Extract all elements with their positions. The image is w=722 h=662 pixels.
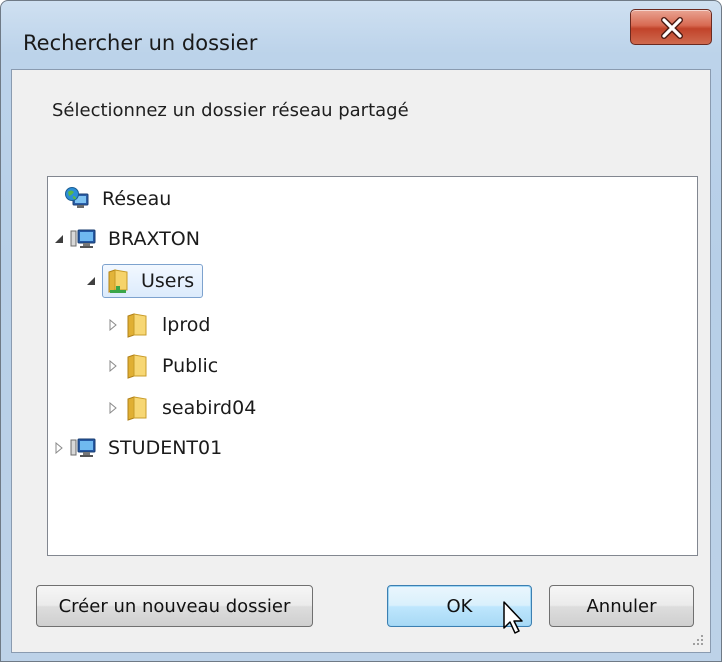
expanded-arrow-icon[interactable] [52,232,66,246]
tree-item-label: BRAXTON [108,228,200,250]
dialog-window: Rechercher un dossier Sélectionnez un do… [0,0,722,662]
folder-icon [124,312,150,338]
tree-item-reseau[interactable]: Réseau [64,181,179,217]
computer-icon [70,226,96,252]
folder-tree[interactable]: Réseau BRAXTON Users lprod Public seabir… [47,176,698,556]
tree-item-seabird04[interactable]: seabird04 [106,390,264,426]
tree-item-student01[interactable]: STUDENT01 [52,430,230,466]
resize-grip-icon[interactable] [690,632,704,646]
instruction-text: Sélectionnez un dossier réseau partagé [52,100,409,121]
window-title: Rechercher un dossier [23,31,258,55]
title-bar[interactable]: Rechercher un dossier [1,1,721,67]
network-globe-icon [64,186,90,212]
folder-icon [124,395,150,421]
folder-icon [124,353,150,379]
cancel-button[interactable]: Annuler [549,585,694,627]
close-icon [661,17,683,39]
tree-item-label: lprod [162,314,211,336]
collapsed-arrow-icon[interactable] [52,441,66,455]
tree-item-label: Public [162,355,219,377]
computer-icon [70,435,96,461]
tree-item-braxton[interactable]: BRAXTON [52,221,208,257]
dialog-body: Sélectionnez un dossier réseau partagé R… [11,69,711,653]
tree-item-users[interactable]: Users [84,263,204,299]
tree-item-label: seabird04 [162,397,257,419]
close-button[interactable] [630,9,712,45]
tree-item-public[interactable]: Public [106,348,226,384]
shared-folder-icon [105,268,131,294]
collapsed-arrow-icon[interactable] [106,318,120,332]
tree-item-label: Réseau [102,188,172,210]
tree-item-label: STUDENT01 [108,437,223,459]
tree-item-label: Users [141,270,195,292]
collapsed-arrow-icon[interactable] [106,401,120,415]
expanded-arrow-icon[interactable] [84,274,98,288]
mouse-pointer-icon [503,601,523,634]
new-folder-button[interactable]: Créer un nouveau dossier [36,585,313,627]
tree-item-lprod[interactable]: lprod [106,307,218,343]
collapsed-arrow-icon[interactable] [106,359,120,373]
